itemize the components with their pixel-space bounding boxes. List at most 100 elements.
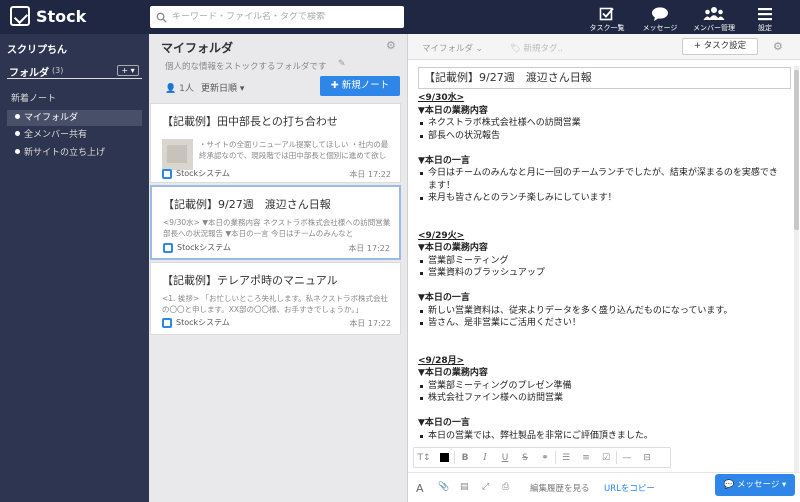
nav-tasks-label: タスク一覧 <box>589 24 625 32</box>
sidebar-divider <box>7 78 142 79</box>
note-time: 本日 17:22 <box>349 319 391 328</box>
stock-system-icon <box>162 317 172 328</box>
new-notes-link[interactable]: 新着ノート <box>11 91 56 104</box>
section-date: <9/30水> <box>418 93 465 103</box>
link-icon[interactable]: ⚭ <box>535 453 555 463</box>
sidebar-item-all-members[interactable]: 全メンバー共有 <box>7 127 142 143</box>
nav-members-button[interactable]: メンバー管理 <box>687 3 741 33</box>
list-item: 部長への状況報告 <box>418 130 786 143</box>
nav-settings-label: 設定 <box>758 24 772 32</box>
note-card-selected[interactable]: 【記載例】9/27週 渡辺さん日報 <9/30水> ▼本日の業務内容 ネクストラ… <box>150 185 401 260</box>
section-heading: ▼本日の業務内容 <box>418 368 488 378</box>
tag-icon: 🏷 <box>510 44 521 54</box>
bullet-icon <box>15 131 20 136</box>
nav-tasks-button[interactable]: タスク一覧 <box>580 3 634 33</box>
text-size-icon[interactable]: T↕ <box>414 453 434 463</box>
note-card[interactable]: 【記載例】テレアポ時のマニュアル <1. 挨拶> 「お忙しいところ失礼します。私… <box>150 262 401 335</box>
section-date: <9/29火> <box>418 230 465 241</box>
font-format-icon[interactable]: A <box>416 482 424 495</box>
numbered-list-icon[interactable]: ≡ <box>576 453 596 463</box>
message-button[interactable]: 💬 メッセージ ▾ <box>715 474 795 496</box>
note-title: 【記載例】テレアポ時のマニュアル <box>162 274 338 287</box>
note-editor: マイフォルダ ⌄ 🏷 新規タグ.. + タスク設定 ⚙ 【記載例】9/27週 渡… <box>407 34 800 502</box>
folder-selector[interactable]: マイフォルダ ⌄ <box>422 42 483 54</box>
section-heading: ▼本日の業務内容 <box>418 105 488 116</box>
note-author-label: Stockシステム <box>177 243 231 252</box>
bullet-list-icon[interactable]: ☰ <box>556 453 576 463</box>
bullet-icon <box>15 149 20 154</box>
note-author: Stockシステム <box>162 168 230 179</box>
speech-bubble-icon: 💬 <box>723 480 735 490</box>
tag-placeholder: 新規タグ.. <box>523 44 563 54</box>
note-settings-gear-icon[interactable]: ⚙ <box>773 40 783 53</box>
note-author: Stockシステム <box>162 317 230 328</box>
note-author: Stockシステム <box>163 242 231 253</box>
member-count[interactable]: 👤 1人 <box>165 81 194 94</box>
note-excerpt: <9/30水> ▼本日の業務内容 ネクストラボ株式会社様への訪問営業 部長への状… <box>163 218 391 238</box>
copy-url-link[interactable]: URLをコピー <box>604 482 655 494</box>
sidebar-item-new-site[interactable]: 新サイトの立ち上げ <box>7 145 142 161</box>
italic-icon[interactable]: I <box>475 453 495 463</box>
sidebar-item-label: 全メンバー共有 <box>24 130 88 140</box>
user-name: スクリプちん <box>7 45 67 56</box>
list-item: 営業資料のブラッシュアップ <box>418 267 786 280</box>
sidebar-item-label: 新サイトの立ち上げ <box>24 148 106 158</box>
section-heading: ▼本日の一言 <box>418 293 470 303</box>
expand-icon[interactable]: ⤢ <box>482 482 489 492</box>
nav-settings-button[interactable]: 設定 <box>738 3 792 33</box>
text-color-icon[interactable] <box>434 452 454 463</box>
sort-dropdown[interactable]: 更新日順 ▾ <box>201 81 244 94</box>
folder-title: マイフォルダ <box>161 41 234 55</box>
sidebar-item-my-folder[interactable]: マイフォルダ <box>7 110 142 126</box>
editor-bottom-bar: A 📎 ▤ ⤢ ⎙ 編集履歴を見る URLをコピー 💬 メッセージ ▾ <box>408 472 800 502</box>
member-count-label: 1人 <box>179 84 194 94</box>
list-item: 皆さん、是非営業にご活用ください！ <box>418 317 786 330</box>
note-time: 本日 17:22 <box>348 244 390 253</box>
list-item: 営業部ミーティング <box>418 255 786 268</box>
nav-messages-button[interactable]: メッセージ <box>633 3 687 33</box>
top-bar: Stock タスク一覧 メッセージ メンバー管理 設定 <box>0 0 800 34</box>
table-icon[interactable]: ⊟ <box>637 453 657 463</box>
editor-toolbar: マイフォルダ ⌄ 🏷 新規タグ.. + タスク設定 ⚙ <box>408 34 800 60</box>
note-card[interactable]: 【記載例】田中部長との打ち合わせ ・サイトの全面リニューアル提案してほしい ・社… <box>150 103 401 183</box>
underline-icon[interactable]: U <box>495 453 515 463</box>
editor-scrollbar-thumb[interactable] <box>794 70 799 230</box>
message-button-label: メッセージ ▾ <box>736 480 787 490</box>
section-heading: ▼本日の一言 <box>418 155 470 166</box>
task-setting-button[interactable]: + タスク設定 <box>682 38 758 55</box>
note-body[interactable]: <9/30水> ▼本日の業務内容 ネクストラボ株式会社様への訪問営業 部長への状… <box>418 92 786 446</box>
note-list-pane: マイフォルダ ⚙ 個人的な情報をストックするフォルダです ✎ 👤 1人 更新日順… <box>150 34 406 502</box>
nav-members-label: メンバー管理 <box>693 24 735 32</box>
folder-heading: フォルダ <box>9 68 49 79</box>
note-title: 【記載例】9/27週 渡辺さん日報 <box>163 198 331 211</box>
app-logo[interactable]: Stock <box>10 6 86 26</box>
speech-bubble-icon <box>651 5 669 23</box>
list-item: 本日の営業では、弊社製品を非常にご評価頂きました。 <box>418 430 786 443</box>
stock-system-icon <box>163 242 173 253</box>
new-note-button[interactable]: ✚ 新規ノート <box>320 76 400 96</box>
bullet-icon <box>15 114 20 119</box>
list-item: 来月も皆さんとのランチ楽しみにしています！ <box>418 192 786 205</box>
search-input[interactable] <box>172 12 392 22</box>
add-folder-button[interactable]: + ▾ <box>117 65 139 76</box>
print-icon[interactable]: ⎙ <box>502 482 509 492</box>
note-title-field[interactable]: 【記載例】9/27週 渡辺さん日報 <box>418 67 791 89</box>
edit-pencil-icon[interactable]: ✎ <box>338 59 346 69</box>
checklist-icon[interactable]: ☑ <box>596 453 616 463</box>
stack-icon[interactable]: ▤ <box>460 482 469 492</box>
app-name: Stock <box>36 6 87 26</box>
search-box[interactable] <box>150 6 404 28</box>
nav-messages-label: メッセージ <box>642 24 678 32</box>
strikethrough-icon[interactable]: S <box>515 453 535 463</box>
stock-logo-icon <box>10 6 30 26</box>
list-item: ネクストラボ株式会社様への訪問営業 <box>418 117 786 130</box>
note-author-label: Stockシステム <box>176 169 230 178</box>
tag-input[interactable]: 🏷 新規タグ.. <box>510 42 563 54</box>
note-author-label: Stockシステム <box>176 318 230 327</box>
bold-icon[interactable]: B <box>455 453 475 463</box>
edit-history-link[interactable]: 編集履歴を見る <box>530 482 590 494</box>
folder-settings-gear-icon[interactable]: ⚙ <box>386 39 396 52</box>
attach-clip-icon[interactable]: 📎 <box>438 482 449 492</box>
note-excerpt: <1. 挨拶> 「お忙しいところ失礼します。私ネクストラボ株式会社の〇〇と申しま… <box>162 294 389 314</box>
horizontal-rule-icon[interactable]: — <box>617 453 637 463</box>
